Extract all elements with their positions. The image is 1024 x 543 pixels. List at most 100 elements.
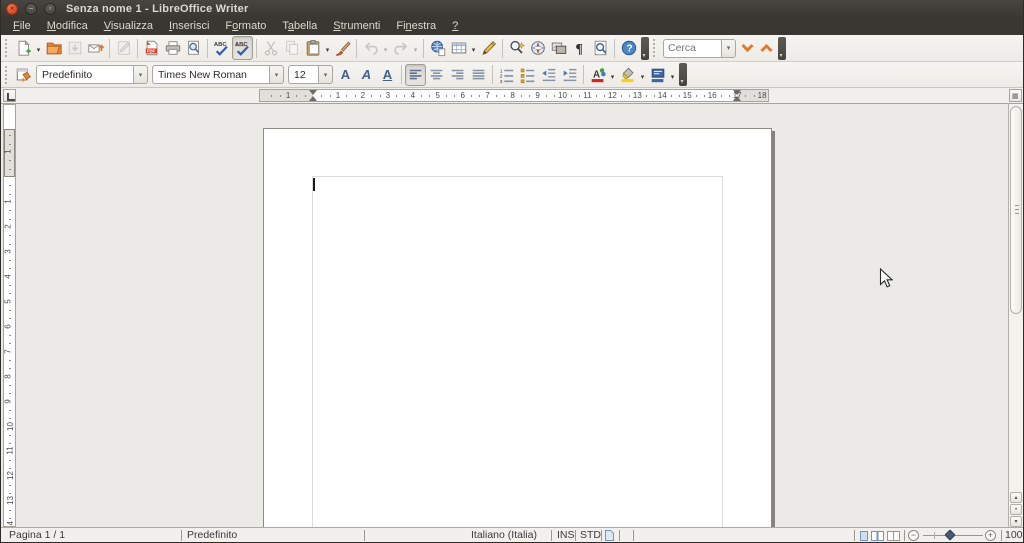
maximize-button[interactable]: ▫ xyxy=(44,3,56,15)
background-color-button[interactable] xyxy=(647,64,668,86)
bold-button[interactable]: A xyxy=(335,64,356,86)
menu-formato[interactable]: Formato xyxy=(217,19,274,34)
menu-visualizza[interactable]: Visualizza xyxy=(96,19,161,34)
status-zoom-level[interactable]: 100% xyxy=(1005,529,1023,541)
copy-button[interactable] xyxy=(281,36,302,60)
justify-button[interactable] xyxy=(468,64,489,86)
status-selection-mode[interactable]: STD xyxy=(580,529,601,541)
menu-file[interactable]: File xyxy=(5,19,39,34)
v-ruler[interactable]: 1 1 2 3 4 5 6 7 8 9 10 11 12 13 14 xyxy=(3,104,16,527)
new-document-button[interactable] xyxy=(13,36,34,60)
menu-modifica[interactable]: Modifica xyxy=(39,19,96,34)
font-size-value[interactable]: 12 xyxy=(288,65,318,84)
paragraph-style-value[interactable]: Predefinito xyxy=(36,65,133,84)
multi-page-view-icon[interactable] xyxy=(871,531,884,541)
close-button[interactable]: × xyxy=(6,3,18,15)
formatting-marks-button[interactable]: ¶ xyxy=(569,36,590,60)
book-view-icon[interactable] xyxy=(887,531,900,541)
increase-indent-button[interactable] xyxy=(559,64,580,86)
indent-marker-left[interactable] xyxy=(308,90,318,101)
zoom-out-button[interactable]: − xyxy=(908,530,919,541)
zoom-slider-handle[interactable] xyxy=(944,529,956,541)
undo-dropdown[interactable] xyxy=(381,36,390,60)
vertical-scrollbar[interactable]: ▴ • ▾ xyxy=(1008,104,1023,527)
hyperlink-button[interactable] xyxy=(427,36,448,60)
insert-table-button[interactable] xyxy=(448,36,469,60)
open-button[interactable] xyxy=(43,36,64,60)
find-replace-button[interactable] xyxy=(506,36,527,60)
cut-button[interactable] xyxy=(260,36,281,60)
email-document-button[interactable] xyxy=(85,36,106,60)
font-name-value[interactable]: Times New Roman xyxy=(152,65,269,84)
toolbar-overflow-button[interactable] xyxy=(641,36,649,60)
print-button[interactable] xyxy=(162,36,183,60)
menu-finestra[interactable]: Finestra xyxy=(388,19,444,34)
draw-functions-button[interactable] xyxy=(478,36,499,60)
save-button[interactable] xyxy=(64,36,85,60)
scrollbar-top-button[interactable] xyxy=(1009,89,1022,102)
align-left-button[interactable] xyxy=(405,63,426,86)
find-toolbar-handle[interactable] xyxy=(653,39,658,57)
navigator-button[interactable] xyxy=(527,36,548,60)
paste-dropdown[interactable] xyxy=(323,36,332,60)
edit-file-button[interactable] xyxy=(113,36,134,60)
clone-formatting-button[interactable] xyxy=(332,36,353,60)
menu-tabella[interactable]: Tabella xyxy=(274,19,325,34)
undo-button[interactable] xyxy=(360,36,381,60)
bullet-list-button[interactable] xyxy=(517,64,538,86)
menu-inserisci[interactable]: Inserisci xyxy=(161,19,217,34)
italic-button[interactable]: A xyxy=(356,64,377,86)
zoom-in-button[interactable]: + xyxy=(985,530,996,541)
background-color-dropdown[interactable] xyxy=(668,63,677,87)
zoom-button[interactable] xyxy=(590,36,611,60)
toolbar-drag-handle[interactable] xyxy=(5,39,10,57)
search-input[interactable] xyxy=(663,38,721,58)
toolbar-overflow-button[interactable] xyxy=(679,63,687,86)
search-dropdown-button[interactable] xyxy=(721,38,736,58)
paste-button[interactable] xyxy=(302,36,323,60)
styles-button[interactable] xyxy=(13,64,34,86)
previous-page-button[interactable]: ▴ xyxy=(1010,492,1022,503)
redo-dropdown[interactable] xyxy=(411,36,420,60)
paragraph-style-dropdown[interactable] xyxy=(133,65,148,84)
minimize-button[interactable]: − xyxy=(25,3,37,15)
font-color-dropdown[interactable] xyxy=(608,63,617,87)
menu-strumenti[interactable]: Strumenti xyxy=(325,19,388,34)
redo-button[interactable] xyxy=(390,36,411,60)
auto-spellcheck-button[interactable]: ABC xyxy=(232,36,253,60)
tab-stop-selector[interactable] xyxy=(3,89,16,102)
find-toolbar-overflow-button[interactable] xyxy=(778,36,786,60)
decrease-indent-button[interactable] xyxy=(538,64,559,86)
document-page[interactable] xyxy=(263,128,772,527)
underline-button[interactable]: A xyxy=(377,64,398,86)
gallery-button[interactable] xyxy=(548,36,569,60)
highlighting-dropdown[interactable] xyxy=(638,63,647,87)
menu-help[interactable]: ? xyxy=(444,19,466,34)
toolbar-drag-handle[interactable] xyxy=(5,65,10,84)
numbered-list-button[interactable]: 123 xyxy=(496,64,517,86)
status-language[interactable]: Italiano (Italia) xyxy=(471,529,537,541)
font-name-dropdown[interactable] xyxy=(269,65,284,84)
status-page-count[interactable]: Pagina 1 / 1 xyxy=(9,529,65,541)
document-modified-icon[interactable] xyxy=(605,530,614,541)
highlighting-button[interactable] xyxy=(617,64,638,86)
status-page-style[interactable]: Predefinito xyxy=(187,529,237,541)
find-next-button[interactable] xyxy=(738,36,757,60)
single-page-view-icon[interactable] xyxy=(860,531,868,541)
help-button[interactable]: ? xyxy=(618,36,639,60)
export-pdf-button[interactable]: PDF xyxy=(141,36,162,60)
insert-table-dropdown[interactable] xyxy=(469,36,478,60)
print-preview-button[interactable] xyxy=(183,36,204,60)
navigation-button[interactable]: • xyxy=(1010,504,1022,515)
align-right-button[interactable] xyxy=(447,64,468,86)
find-previous-button[interactable] xyxy=(757,36,776,60)
status-insert-mode[interactable]: INS xyxy=(557,529,575,541)
h-ruler[interactable]: 1 1 2 3 4 5 6 7 8 9 10 11 12 13 14 15 16 17 18 xyxy=(259,89,769,102)
next-page-button[interactable]: ▾ xyxy=(1010,516,1022,527)
spellcheck-button[interactable]: ABC xyxy=(211,36,232,60)
new-document-dropdown[interactable] xyxy=(34,36,43,60)
font-color-button[interactable]: A xyxy=(587,64,608,86)
scrollbar-thumb[interactable] xyxy=(1010,106,1022,314)
align-center-button[interactable] xyxy=(426,64,447,86)
font-size-dropdown[interactable] xyxy=(318,65,333,84)
